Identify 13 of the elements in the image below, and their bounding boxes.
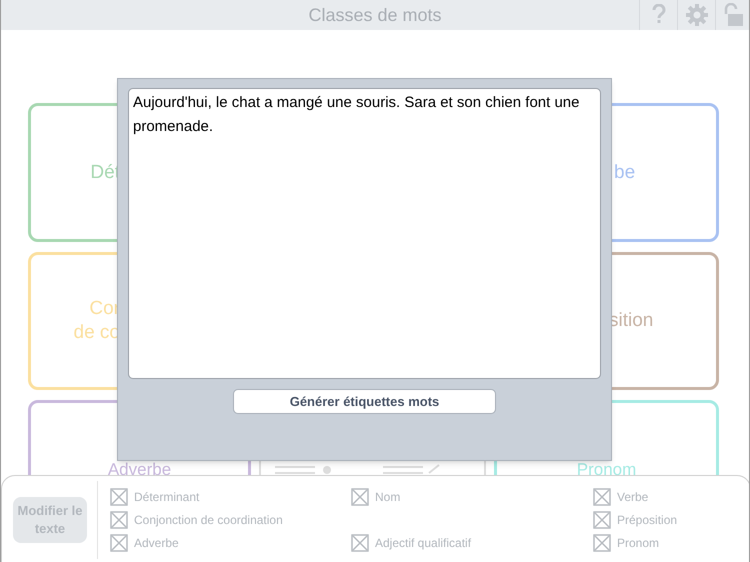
card-label: be (614, 160, 636, 184)
filter-label: Préposition (617, 512, 678, 529)
card-label: Adverbe (108, 463, 172, 475)
filter-label: Pronom (617, 535, 660, 552)
card-label: Pronom (576, 463, 636, 475)
filter-label: Conjonction de coordination (134, 512, 283, 529)
filter-label: Déterminant (134, 489, 200, 506)
filter-label: Verbe (617, 489, 648, 506)
filter-label: Adjectif qualificatif (375, 535, 472, 552)
window-title: Classes de mots (307, 4, 443, 26)
sentence-text: Aujourd'hui, le chat a mangé une souris. Sara et son chien font une promenade. (133, 94, 580, 135)
filter-label: Adverbe (134, 535, 179, 552)
filter-label: Nom (375, 489, 400, 506)
